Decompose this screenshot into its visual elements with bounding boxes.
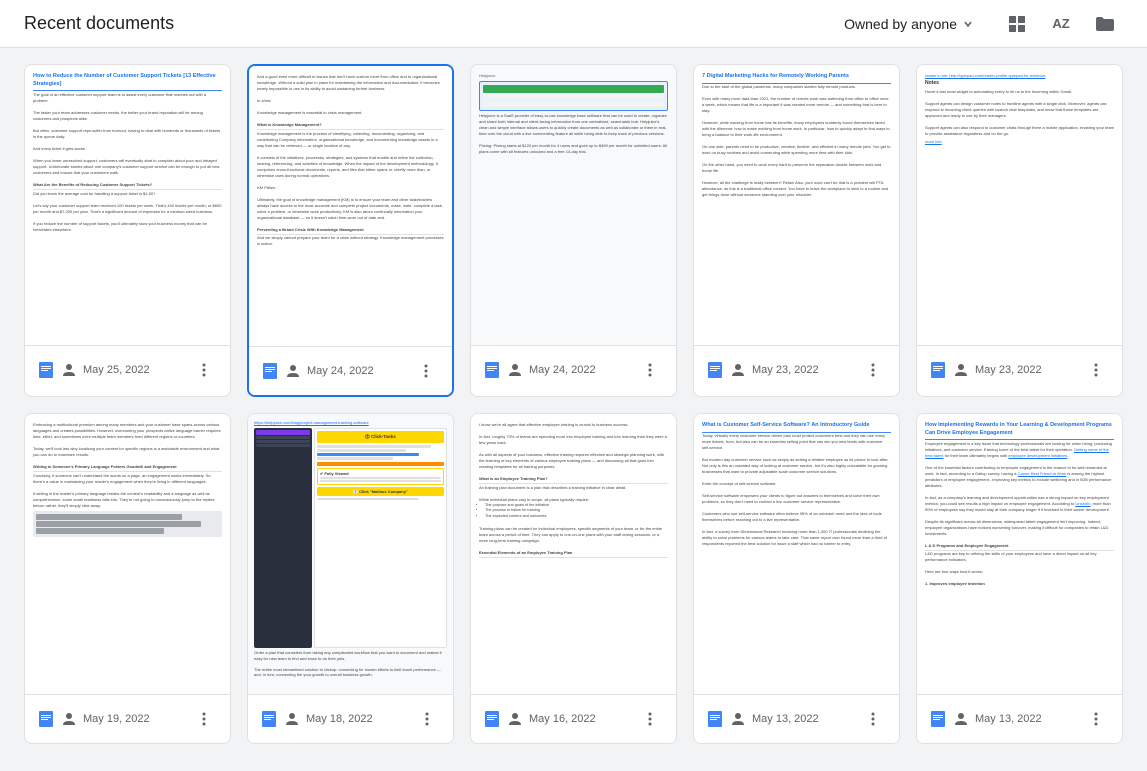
- doc-type-icon-7: [260, 710, 278, 728]
- owned-by-button[interactable]: Owned by anyone: [834, 10, 983, 38]
- header-icons: AZ: [999, 6, 1123, 42]
- more-options-4[interactable]: [859, 356, 887, 384]
- more-options-9[interactable]: [859, 705, 887, 733]
- folder-icon: [1095, 16, 1115, 32]
- more-vert-icon-8: [642, 711, 658, 727]
- doc-date-7: May 18, 2022: [306, 713, 373, 725]
- doc-card-4[interactable]: 7 Digital Marketing Hacks for Remotely W…: [693, 64, 900, 397]
- more-options-2[interactable]: [412, 357, 440, 385]
- doc-footer-8: May 16, 2022: [471, 694, 676, 743]
- person-icon-1: [61, 362, 77, 378]
- doc-type-icon-2: [261, 362, 279, 380]
- doc-type-icon-8: [483, 710, 501, 728]
- doc-footer-4: May 23, 2022: [694, 345, 899, 394]
- doc-type-icon-3: [483, 361, 501, 379]
- doc-date-9: May 13, 2022: [752, 713, 819, 725]
- more-options-3[interactable]: [636, 356, 664, 384]
- app-container: Recent documents Owned by anyone: [0, 0, 1147, 760]
- header-left: Recent documents: [24, 13, 174, 34]
- doc-type-icon-4: [706, 361, 724, 379]
- more-vert-icon-5: [1088, 362, 1104, 378]
- more-vert-icon-2: [418, 363, 434, 379]
- doc-date-5: May 23, 2022: [975, 364, 1042, 376]
- person-icon-4: [730, 362, 746, 378]
- doc-type-icon-6: [37, 710, 55, 728]
- doc-card-5[interactable]: reader's role: http://typepad.com/reader…: [916, 64, 1123, 397]
- doc-card-7[interactable]: https://helpjuice.com/blog/project-manag…: [247, 413, 454, 744]
- more-vert-icon-3: [642, 362, 658, 378]
- more-vert-icon-1: [196, 362, 212, 378]
- sort-icon: AZ: [1052, 16, 1069, 31]
- doc-type-icon-10: [929, 710, 947, 728]
- person-icon-7: [284, 711, 300, 727]
- doc-footer-9: May 13, 2022: [694, 694, 899, 743]
- more-options-1[interactable]: [190, 356, 218, 384]
- doc-date-3: May 24, 2022: [529, 364, 596, 376]
- doc-date-10: May 13, 2022: [975, 713, 1042, 725]
- person-icon-8: [507, 711, 523, 727]
- person-icon-5: [953, 362, 969, 378]
- doc-preview-9: What is Customer Self-Service Software? …: [694, 414, 899, 694]
- page-title: Recent documents: [24, 13, 174, 34]
- header: Recent documents Owned by anyone: [0, 0, 1147, 48]
- more-vert-icon-7: [419, 711, 435, 727]
- more-vert-icon-10: [1088, 711, 1104, 727]
- owned-by-label: Owned by anyone: [844, 16, 957, 32]
- doc-card-8[interactable]: I know we're all agree that effective em…: [470, 413, 677, 744]
- header-right: Owned by anyone AZ: [834, 6, 1123, 42]
- doc-footer-5: May 23, 2022: [917, 345, 1122, 394]
- doc-footer-1: May 25, 2022: [25, 345, 230, 394]
- doc-type-icon-9: [706, 710, 724, 728]
- doc-date-2: May 24, 2022: [307, 365, 374, 377]
- more-options-10[interactable]: [1082, 705, 1110, 733]
- person-icon-9: [730, 711, 746, 727]
- doc-preview-10: How Implementing Rewards in Your Learnin…: [917, 414, 1122, 694]
- doc-preview-5: reader's role: http://typepad.com/reader…: [917, 65, 1122, 345]
- doc-card-3[interactable]: Helpjuice Helpjuice is a SaaS provider o…: [470, 64, 677, 397]
- doc-preview-1: How to Reduce the Number of Customer Sup…: [25, 65, 230, 345]
- person-icon-10: [953, 711, 969, 727]
- doc-preview-4: 7 Digital Marketing Hacks for Remotely W…: [694, 65, 899, 345]
- grid-view-button[interactable]: [999, 6, 1035, 42]
- chevron-down-icon: [963, 19, 973, 29]
- more-options-5[interactable]: [1082, 356, 1110, 384]
- doc-date-6: May 19, 2022: [83, 713, 150, 725]
- doc-preview-6: Embracing a multicultural premium among …: [25, 414, 230, 694]
- doc-footer-7: May 18, 2022: [248, 694, 453, 743]
- more-options-8[interactable]: [636, 705, 664, 733]
- more-vert-icon-6: [196, 711, 212, 727]
- doc-card-1[interactable]: How to Reduce the Number of Customer Sup…: [24, 64, 231, 397]
- grid-view-icon: [1008, 15, 1026, 33]
- doc-card-9[interactable]: What is Customer Self-Service Software? …: [693, 413, 900, 744]
- sort-button[interactable]: AZ: [1043, 6, 1079, 42]
- person-icon-6: [61, 711, 77, 727]
- doc-card-6[interactable]: Embracing a multicultural premium among …: [24, 413, 231, 744]
- doc-date-1: May 25, 2022: [83, 364, 150, 376]
- more-vert-icon-4: [865, 362, 881, 378]
- folder-button[interactable]: [1087, 6, 1123, 42]
- doc-card-10[interactable]: How Implementing Rewards in Your Learnin…: [916, 413, 1123, 744]
- doc-footer-6: May 19, 2022: [25, 694, 230, 743]
- doc-date-8: May 16, 2022: [529, 713, 596, 725]
- doc-preview-2: And a good even more difficult to issues…: [249, 66, 452, 346]
- document-grid: How to Reduce the Number of Customer Sup…: [0, 48, 1147, 760]
- doc-date-4: May 23, 2022: [752, 364, 819, 376]
- doc-card-2[interactable]: And a good even more difficult to issues…: [247, 64, 454, 397]
- doc-footer-2: May 24, 2022: [249, 346, 452, 395]
- more-options-7[interactable]: [413, 705, 441, 733]
- doc-footer-10: May 13, 2022: [917, 694, 1122, 743]
- person-icon-2: [285, 363, 301, 379]
- doc-type-icon-1: [37, 361, 55, 379]
- doc-preview-8: I know we're all agree that effective em…: [471, 414, 676, 694]
- doc-type-icon-5: [929, 361, 947, 379]
- more-vert-icon-9: [865, 711, 881, 727]
- doc-preview-7: https://helpjuice.com/blog/project-manag…: [248, 414, 453, 694]
- doc-preview-3: Helpjuice Helpjuice is a SaaS provider o…: [471, 65, 676, 345]
- doc-footer-3: May 24, 2022: [471, 345, 676, 394]
- person-icon-3: [507, 362, 523, 378]
- more-options-6[interactable]: [190, 705, 218, 733]
